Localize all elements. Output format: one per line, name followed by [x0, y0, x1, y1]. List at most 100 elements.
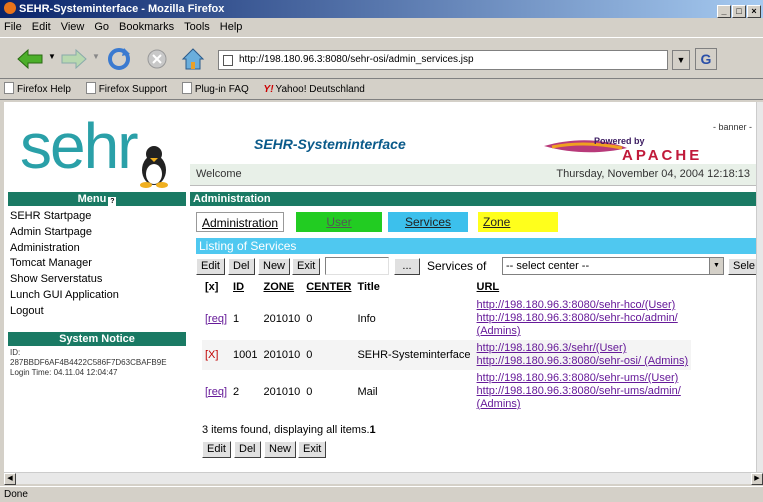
- services-of-label: Services of: [427, 259, 487, 273]
- tab-services[interactable]: Services: [388, 212, 468, 232]
- firefox-icon: [4, 2, 16, 14]
- results-summary: 3 items found, displaying all items.1: [202, 424, 376, 436]
- tab-administration[interactable]: Administration: [196, 212, 285, 232]
- stop-icon[interactable]: [146, 48, 168, 70]
- menu-help[interactable]: Help: [220, 21, 243, 33]
- sidebar-item-administration[interactable]: Administration: [10, 240, 186, 256]
- back-icon[interactable]: [16, 48, 44, 70]
- address-bar[interactable]: http://198.180.96.3:8080/sehr-osi/admin_…: [218, 50, 668, 70]
- menu-tools[interactable]: Tools: [184, 21, 210, 33]
- tab-zone[interactable]: Zone: [478, 212, 558, 232]
- row-center: 0: [306, 385, 313, 398]
- menu-file[interactable]: File: [4, 21, 22, 33]
- bookmark-yahoo[interactable]: Y! Yahoo! Deutschland: [264, 84, 365, 95]
- maximize-button[interactable]: □: [732, 5, 746, 18]
- svg-text:sehr: sehr: [20, 110, 138, 182]
- row-zone: 201010: [263, 385, 301, 398]
- sidebar-item-show-serverstatus[interactable]: Show Serverstatus: [10, 271, 186, 287]
- close-button[interactable]: ×: [747, 5, 761, 18]
- url-link[interactable]: http://198.180.96.3:8080/sehr-ums/admin/: [477, 385, 689, 398]
- row-urls: http://198.180.96.3:8080/sehr-hco/(User)…: [474, 297, 692, 340]
- new-button[interactable]: New: [258, 258, 291, 275]
- search-input[interactable]: [325, 257, 389, 275]
- scroll-left-icon[interactable]: ◀: [4, 473, 16, 485]
- minimize-button[interactable]: _: [717, 5, 731, 18]
- address-dropdown-icon[interactable]: ▼: [672, 50, 690, 70]
- welcome-bar: Welcome Thursday, November 04, 2004 12:1…: [190, 164, 756, 186]
- url-link[interactable]: http://198.180.96.3/sehr/(User): [477, 342, 689, 355]
- sidebar-item-logout[interactable]: Logout: [10, 303, 186, 319]
- page-content: sehr SEHR-Systeminterface - banner - Pow…: [4, 102, 756, 472]
- sidebar-item-tomcat-manager[interactable]: Tomcat Manager: [10, 255, 186, 271]
- del-button[interactable]: Del: [228, 258, 255, 275]
- row-title: Mail: [357, 385, 378, 398]
- row-flag[interactable]: [X]: [205, 349, 218, 361]
- row-zone: 201010: [260, 340, 304, 370]
- column-header-select: [x]: [205, 281, 219, 293]
- sidebar-item-admin-startpage[interactable]: Admin Startpage: [10, 224, 186, 240]
- url-link[interactable]: (Admins): [477, 398, 689, 411]
- browse-button[interactable]: ...: [394, 258, 420, 275]
- row-id: 1001: [230, 340, 261, 370]
- row-flag[interactable]: [req]: [205, 313, 227, 325]
- vertical-scrollbar[interactable]: [756, 102, 763, 472]
- select-button[interactable]: Sele: [728, 258, 756, 275]
- home-icon[interactable]: [180, 46, 206, 72]
- browser-window: SEHR-Systeminterface - Mozilla Firefox _…: [0, 0, 763, 501]
- row-title: SEHR-Systeminterface: [354, 340, 474, 370]
- page-icon: [223, 55, 233, 66]
- new-button-bottom[interactable]: New: [264, 441, 297, 458]
- menu-bookmarks[interactable]: Bookmarks: [119, 21, 174, 33]
- row-id: 1: [233, 312, 240, 325]
- row-flag[interactable]: [req]: [205, 386, 227, 398]
- menu-view[interactable]: View: [61, 21, 85, 33]
- sidebar-item-sehr-startpage[interactable]: SEHR Startpage: [10, 208, 186, 224]
- url-link[interactable]: (Admins): [477, 325, 689, 338]
- forward-icon[interactable]: [60, 48, 88, 70]
- tab-user[interactable]: User: [296, 212, 382, 232]
- forward-dropdown-icon[interactable]: ▼: [92, 52, 100, 61]
- column-header-zone[interactable]: ZONE: [261, 280, 304, 297]
- banner-tag: - banner -: [712, 122, 752, 132]
- url-link[interactable]: http://198.180.96.3:8080/sehr-hco/(User): [477, 299, 689, 312]
- scroll-right-icon[interactable]: ▶: [751, 473, 763, 485]
- system-notice: ID: 287BBDF6AF4B4422C586F7D63CBAFB9E Log…: [10, 348, 186, 378]
- url-link[interactable]: http://198.180.96.3:8080/sehr-osi/ (Admi…: [477, 355, 689, 368]
- table-row: [req] 1 201010 0 Info http://198.180.96.…: [202, 297, 691, 340]
- row-center: 0: [306, 312, 313, 325]
- row-id: 2: [233, 385, 240, 398]
- back-dropdown-icon[interactable]: ▼: [48, 52, 56, 61]
- center-select[interactable]: -- select center -- ▼: [502, 257, 724, 275]
- row-urls: http://198.180.96.3:8080/sehr-ums/(User)…: [474, 370, 692, 413]
- page-number[interactable]: 1: [370, 424, 376, 436]
- menu-go[interactable]: Go: [94, 21, 109, 33]
- row-title: Info: [357, 312, 376, 325]
- bookmark-firefox-support[interactable]: Firefox Support: [85, 82, 167, 95]
- menu-edit[interactable]: Edit: [32, 21, 51, 33]
- exit-button-bottom[interactable]: Exit: [298, 441, 327, 458]
- column-header-title: Title: [357, 281, 380, 293]
- bookmark-icon: [181, 82, 192, 94]
- datetime: Thursday, November 04, 2004 12:18:13: [556, 168, 750, 180]
- navigation-toolbar: ▼ ▼ http://198.180.96.3:8080/sehr-osi/ad…: [0, 37, 763, 79]
- reload-icon[interactable]: [106, 46, 132, 72]
- column-header-center[interactable]: CENTER: [303, 280, 354, 297]
- bookmark-firefox-help[interactable]: Firefox Help: [4, 82, 71, 95]
- sidebar-item-lunch-gui[interactable]: Lunch GUI Application: [10, 287, 186, 303]
- row-urls: http://198.180.96.3/sehr/(User) http://1…: [473, 340, 692, 370]
- help-icon[interactable]: ?: [108, 197, 117, 206]
- go-button[interactable]: G: [695, 48, 717, 70]
- url-link[interactable]: http://198.180.96.3:8080/sehr-hco/admin/: [477, 312, 689, 325]
- column-header-id[interactable]: ID: [230, 280, 260, 297]
- bookmark-plugin-faq[interactable]: Plug-in FAQ: [181, 82, 249, 95]
- del-button-bottom[interactable]: Del: [234, 441, 261, 458]
- bookmark-icon: [85, 82, 96, 94]
- url-link[interactable]: http://198.180.96.3:8080/sehr-ums/(User): [477, 372, 689, 385]
- edit-button[interactable]: Edit: [196, 258, 225, 275]
- horizontal-scrollbar[interactable]: ◀ ▶: [4, 472, 763, 485]
- row-zone: 201010: [263, 312, 301, 325]
- edit-button-bottom[interactable]: Edit: [202, 441, 231, 458]
- login-time: Login Time: 04.11.04 12:04:47: [10, 368, 118, 377]
- column-header-url[interactable]: URL: [474, 280, 692, 297]
- exit-button[interactable]: Exit: [292, 258, 321, 275]
